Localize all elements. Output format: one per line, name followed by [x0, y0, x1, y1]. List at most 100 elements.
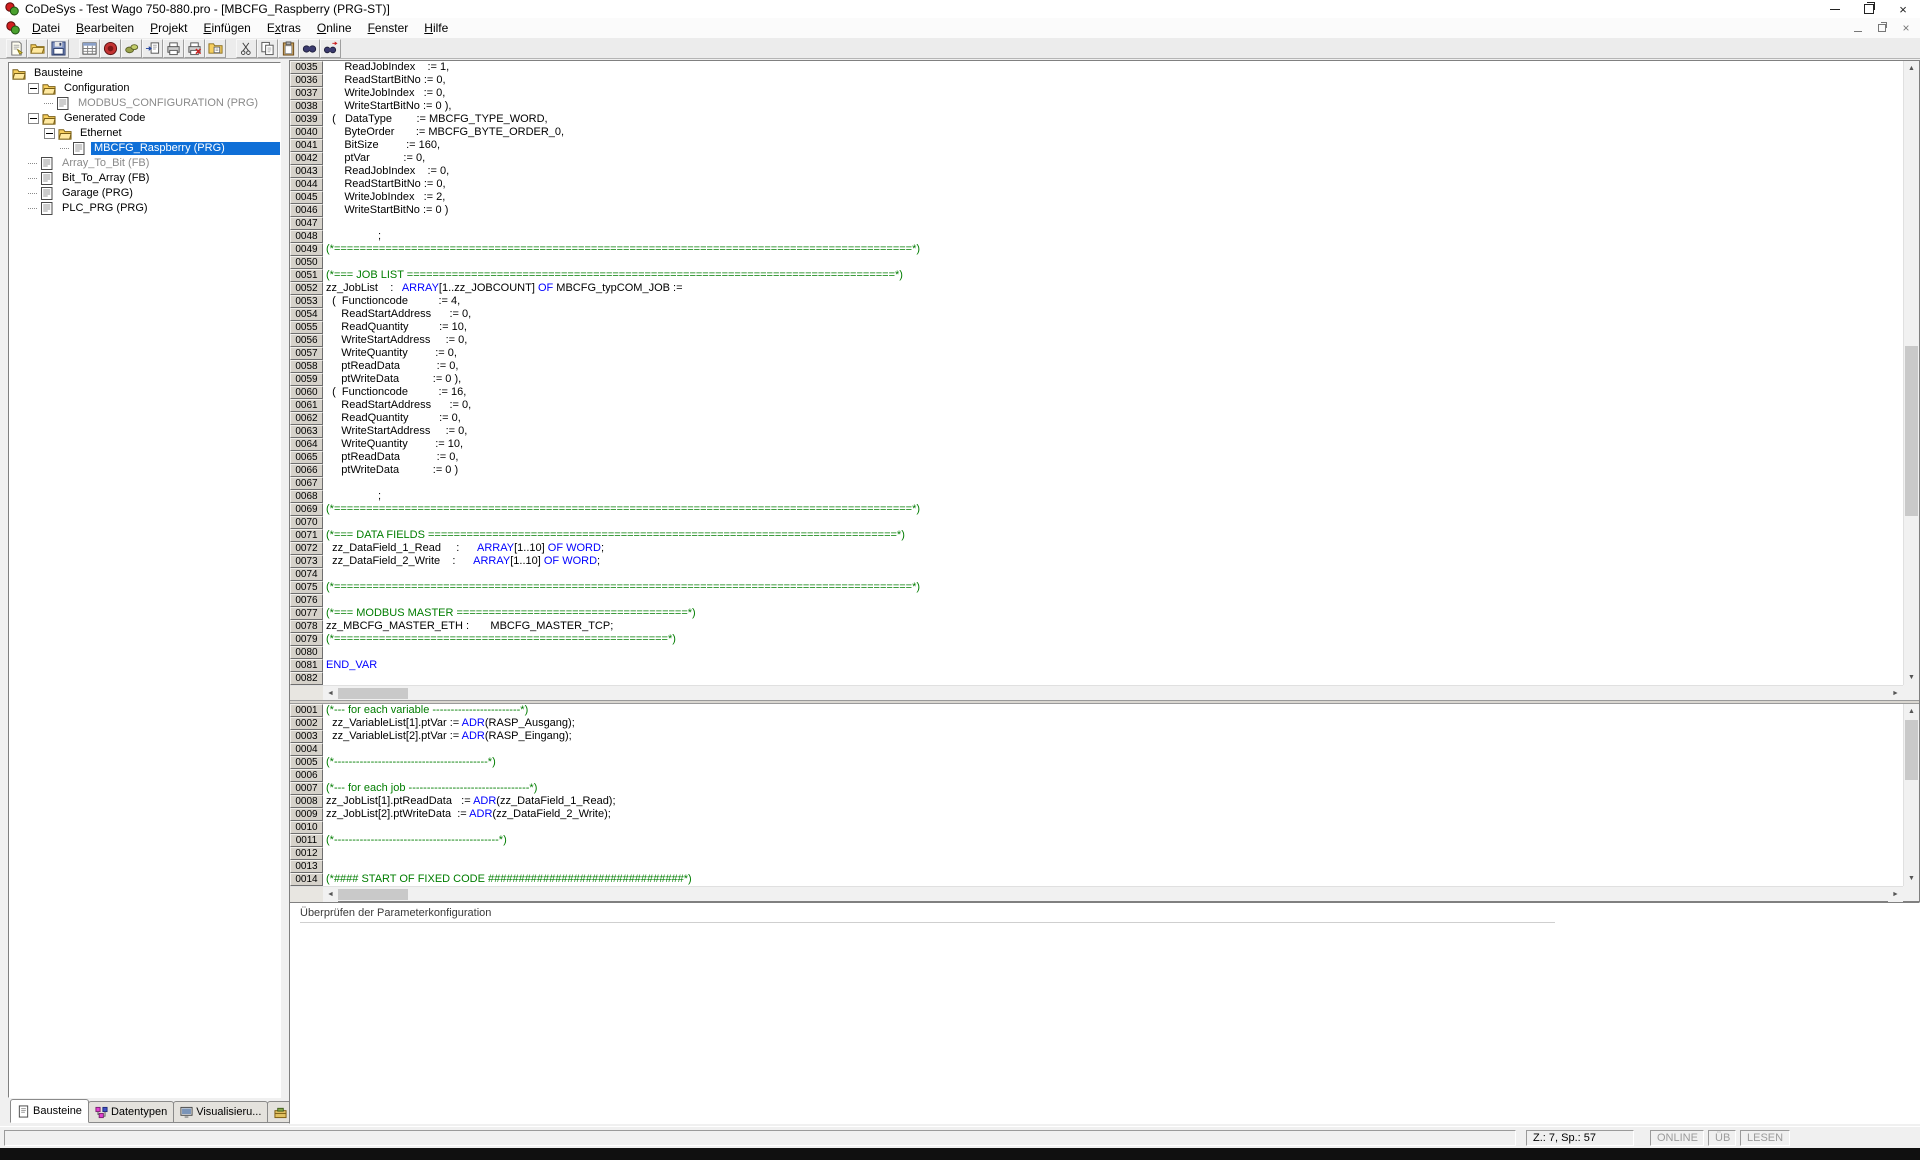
scroll-up-icon[interactable]: ▲: [1904, 704, 1919, 719]
green-objects-button[interactable]: [121, 39, 142, 58]
copy-button[interactable]: [257, 39, 278, 58]
tree-item-mbcfg-raspberry-prg[interactable]: MBCFG_Raspberry (PRG): [9, 141, 280, 156]
code-line-0076[interactable]: 0076: [290, 594, 1903, 607]
code-line-0040[interactable]: 0040 ByteOrder := MBCFG_BYTE_ORDER_0,: [290, 126, 1903, 139]
code-line-0068[interactable]: 0068 ;: [290, 490, 1903, 503]
new-file-button[interactable]: [6, 39, 27, 58]
menu-online[interactable]: Online: [309, 19, 360, 37]
tree-collapse-icon[interactable]: [28, 83, 39, 94]
horizontal-scroll-thumb[interactable]: [338, 688, 408, 699]
mdi-minimize-button[interactable]: [1850, 21, 1866, 35]
body-pane[interactable]: 0001(*--- for each variable ------------…: [290, 704, 1903, 886]
scroll-down-icon[interactable]: ▼: [1904, 670, 1919, 685]
code-line-0059[interactable]: 0059 ptWriteData := 0 ),: [290, 373, 1903, 386]
code-line-0075[interactable]: 0075(*==================================…: [290, 581, 1903, 594]
code-line-0051[interactable]: 0051(*=== JOB LIST =====================…: [290, 269, 1903, 282]
vertical-scroll-thumb[interactable]: [1905, 720, 1918, 780]
tree-item-plc-prg-prg[interactable]: PLC_PRG (PRG): [9, 201, 280, 216]
code-line-0006[interactable]: 0006: [290, 769, 1903, 782]
code-line-0047[interactable]: 0047: [290, 217, 1903, 230]
code-line-0013[interactable]: 0013: [290, 860, 1903, 873]
scroll-down-icon[interactable]: ▼: [1904, 871, 1919, 886]
code-line-0039[interactable]: 0039 ( DataType := MBCFG_TYPE_WORD,: [290, 113, 1903, 126]
code-line-0065[interactable]: 0065 ptReadData := 0,: [290, 451, 1903, 464]
body-vertical-scrollbar[interactable]: ▲ ▼: [1903, 704, 1919, 886]
code-line-0045[interactable]: 0045 WriteJobIndex := 2,: [290, 191, 1903, 204]
tree-item-array-to-bit-fb[interactable]: Array_To_Bit (FB): [9, 156, 280, 171]
save-button[interactable]: [48, 39, 69, 58]
code-line-0071[interactable]: 0071(*=== DATA FIELDS ==================…: [290, 529, 1903, 542]
scroll-right-icon[interactable]: ►: [1888, 686, 1903, 701]
folder-documents-button[interactable]: [205, 39, 226, 58]
menu-extras[interactable]: Extras: [259, 19, 309, 37]
find-button[interactable]: [299, 39, 320, 58]
code-line-0052[interactable]: 0052zz_JobList : ARRAY[1..zz_JOBCOUNT] O…: [290, 282, 1903, 295]
code-line-0061[interactable]: 0061 ReadStartAddress := 0,: [290, 399, 1903, 412]
mdi-close-button[interactable]: ×: [1898, 21, 1914, 35]
mdi-restore-button[interactable]: [1874, 21, 1890, 35]
declaration-pane[interactable]: 0035 ReadJobIndex := 1,0036 ReadStartBit…: [290, 61, 1903, 685]
minimize-button[interactable]: [1818, 0, 1852, 18]
code-line-0048[interactable]: 0048 ;: [290, 230, 1903, 243]
window-grid-button[interactable]: [79, 39, 100, 58]
code-line-0077[interactable]: 0077(*=== MODBUS MASTER ================…: [290, 607, 1903, 620]
code-line-0055[interactable]: 0055 ReadQuantity := 10,: [290, 321, 1903, 334]
code-line-0036[interactable]: 0036 ReadStartBitNo := 0,: [290, 74, 1903, 87]
menu-datei[interactable]: Datei: [24, 19, 68, 37]
code-line-0042[interactable]: 0042 ptVar := 0,: [290, 152, 1903, 165]
body-horizontal-scrollbar[interactable]: ◄ ►: [290, 886, 1903, 901]
code-line-0002[interactable]: 0002 zz_VariableList[1].ptVar := ADR(RAS…: [290, 717, 1903, 730]
tree-collapse-icon[interactable]: [44, 128, 55, 139]
tree-item-garage-prg[interactable]: Garage (PRG): [9, 186, 280, 201]
code-line-0005[interactable]: 0005(*----------------------------------…: [290, 756, 1903, 769]
code-line-0079[interactable]: 0079(*==================================…: [290, 633, 1903, 646]
code-line-0080[interactable]: 0080: [290, 646, 1903, 659]
code-line-0056[interactable]: 0056 WriteStartAddress := 0,: [290, 334, 1903, 347]
code-line-0009[interactable]: 0009zz_JobList[2].ptWriteData := ADR(zz_…: [290, 808, 1903, 821]
code-line-0060[interactable]: 0060 ( Functioncode := 16,: [290, 386, 1903, 399]
code-line-0012[interactable]: 0012: [290, 847, 1903, 860]
code-line-0066[interactable]: 0066 ptWriteData := 0 ): [290, 464, 1903, 477]
find-next-button[interactable]: [320, 39, 341, 58]
organizer-tab-datentypen[interactable]: Datentypen: [88, 1101, 174, 1123]
paste-button[interactable]: [278, 39, 299, 58]
horizontal-scroll-thumb[interactable]: [338, 889, 408, 900]
stop-sign-button[interactable]: [100, 39, 121, 58]
code-line-0078[interactable]: 0078zz_MBCFG_MASTER_ETH : MBCFG_MASTER_T…: [290, 620, 1903, 633]
code-line-0053[interactable]: 0053 ( Functioncode := 4,: [290, 295, 1903, 308]
code-line-0074[interactable]: 0074: [290, 568, 1903, 581]
code-line-0044[interactable]: 0044 ReadStartBitNo := 0,: [290, 178, 1903, 191]
tree-item-bausteine[interactable]: Bausteine: [9, 66, 280, 81]
code-line-0035[interactable]: 0035 ReadJobIndex := 1,: [290, 61, 1903, 74]
printer-delete-button[interactable]: [184, 39, 205, 58]
declaration-vertical-scrollbar[interactable]: ▲ ▼: [1903, 61, 1919, 685]
code-line-0054[interactable]: 0054 ReadStartAddress := 0,: [290, 308, 1903, 321]
menu-einfügen[interactable]: Einfügen: [195, 19, 258, 37]
code-line-0014[interactable]: 0014(*#### START OF FIXED CODE #########…: [290, 873, 1903, 886]
scroll-up-icon[interactable]: ▲: [1904, 61, 1919, 76]
code-line-0057[interactable]: 0057 WriteQuantity := 0,: [290, 347, 1903, 360]
code-line-0070[interactable]: 0070: [290, 516, 1903, 529]
tree-item-configuration[interactable]: Configuration: [9, 81, 280, 96]
scroll-right-icon[interactable]: ►: [1888, 887, 1903, 902]
code-line-0001[interactable]: 0001(*--- for each variable ------------…: [290, 704, 1903, 717]
code-line-0082[interactable]: 0082: [290, 672, 1903, 685]
code-line-0063[interactable]: 0063 WriteStartAddress := 0,: [290, 425, 1903, 438]
code-line-0064[interactable]: 0064 WriteQuantity := 10,: [290, 438, 1903, 451]
restore-button[interactable]: [1852, 0, 1886, 18]
code-line-0049[interactable]: 0049(*==================================…: [290, 243, 1903, 256]
scroll-left-icon[interactable]: ◄: [323, 887, 338, 902]
vertical-scroll-thumb[interactable]: [1905, 346, 1918, 516]
code-line-0037[interactable]: 0037 WriteJobIndex := 0,: [290, 87, 1903, 100]
tree-item-generated-code[interactable]: Generated Code: [9, 111, 280, 126]
organizer-tab-bausteine[interactable]: Bausteine: [10, 1099, 89, 1123]
code-line-0043[interactable]: 0043 ReadJobIndex := 0,: [290, 165, 1903, 178]
code-line-0038[interactable]: 0038 WriteStartBitNo := 0 ),: [290, 100, 1903, 113]
tree-collapse-icon[interactable]: [28, 113, 39, 124]
organizer-tab-visualisieru[interactable]: Visualisieru...: [173, 1101, 268, 1123]
code-line-0073[interactable]: 0073 zz_DataField_2_Write : ARRAY[1..10]…: [290, 555, 1903, 568]
code-line-0062[interactable]: 0062 ReadQuantity := 0,: [290, 412, 1903, 425]
code-line-0041[interactable]: 0041 BitSize := 160,: [290, 139, 1903, 152]
printer-button[interactable]: [163, 39, 184, 58]
code-line-0010[interactable]: 0010: [290, 821, 1903, 834]
